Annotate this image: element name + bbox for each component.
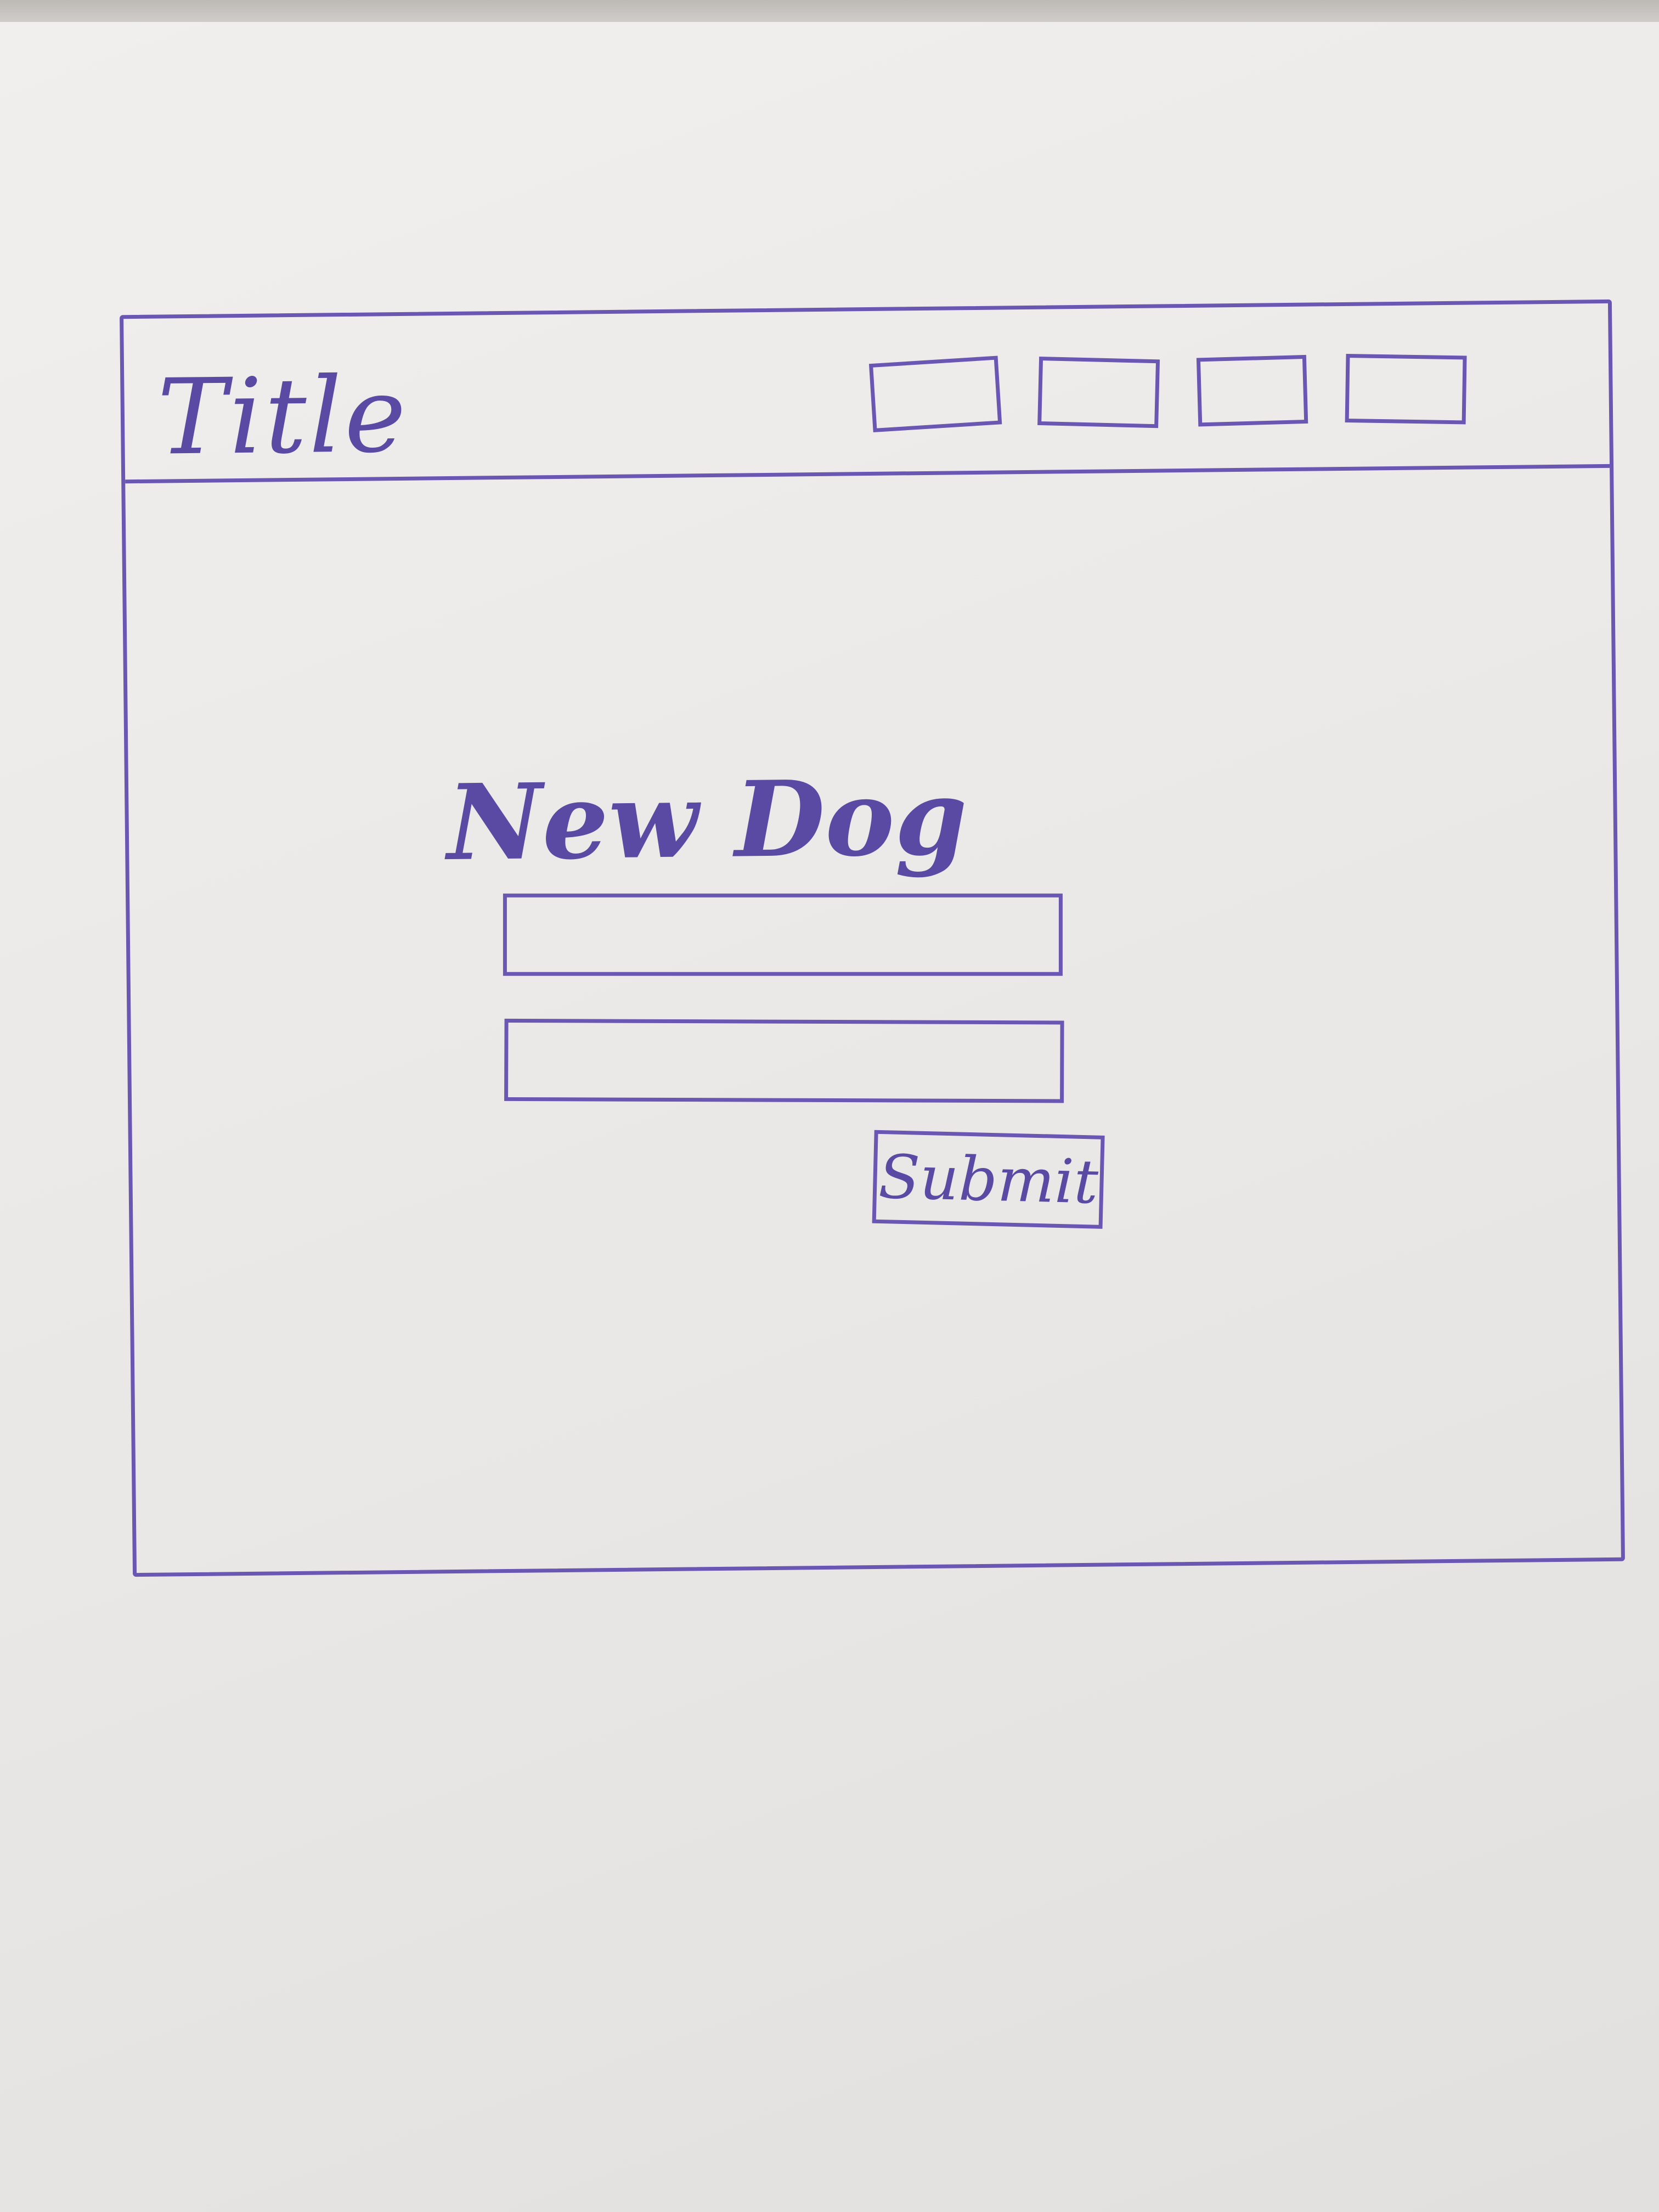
title-bar: Title <box>123 303 1610 484</box>
dog-field-1[interactable] <box>503 893 1063 976</box>
app-window: Title New Dog Submit <box>120 299 1625 1577</box>
app-title: Title <box>156 354 409 478</box>
header-button-2[interactable] <box>1037 356 1160 428</box>
header-button-group <box>868 354 1467 432</box>
header-button-3[interactable] <box>1196 354 1308 427</box>
form-heading: New Dog <box>446 756 968 884</box>
new-dog-form: New Dog Submit <box>446 756 1220 1232</box>
header-button-4[interactable] <box>1345 354 1467 425</box>
dog-field-2[interactable] <box>504 1018 1064 1103</box>
header-button-1[interactable] <box>868 356 1002 432</box>
submit-button[interactable]: Submit <box>872 1130 1105 1229</box>
